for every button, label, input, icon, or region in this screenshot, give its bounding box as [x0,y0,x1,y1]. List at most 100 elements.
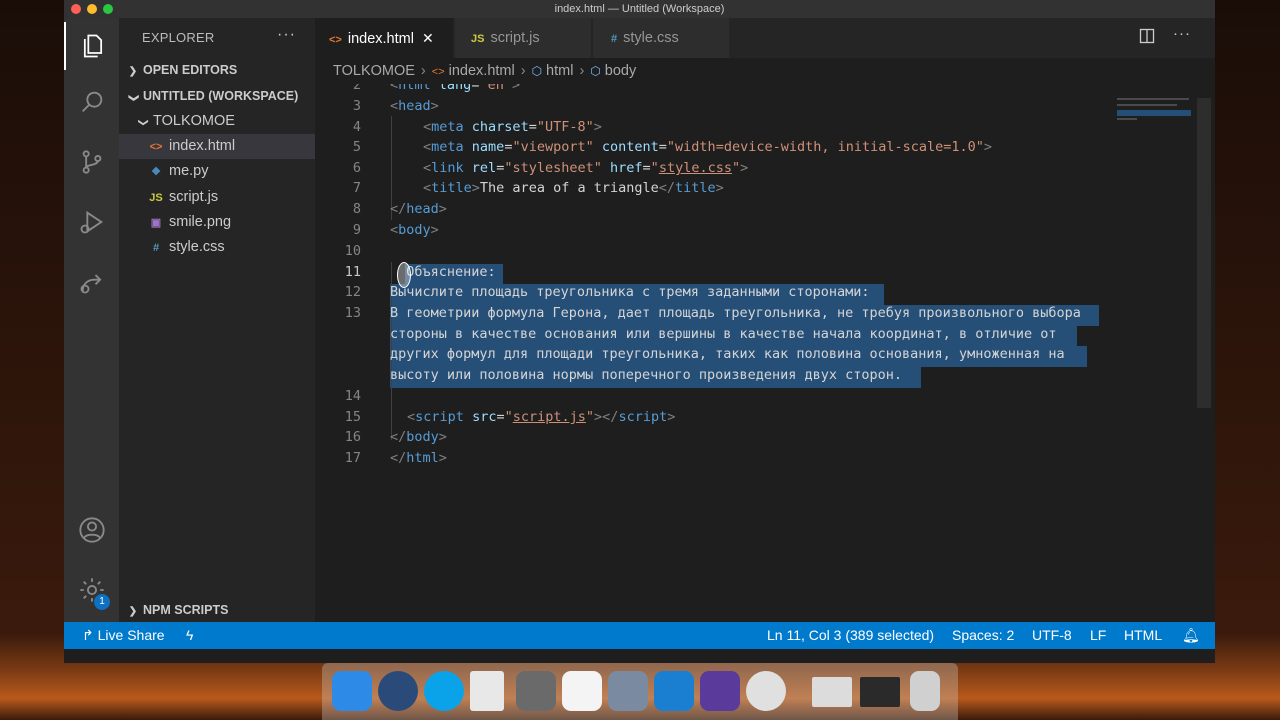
line-number: 6 [352,160,361,176]
file-item-script-js[interactable]: JS script.js [119,185,315,210]
live-share-status[interactable]: ↱ Live Share [82,622,165,649]
breadcrumb-item-folder[interactable]: TOLKOMOE [333,63,415,79]
file-item-smile-png[interactable]: ▣ smile.png [119,210,315,235]
account-icon[interactable] [64,506,119,554]
line-number: 17 [344,450,361,466]
code-line: </head> [390,201,447,217]
slack-icon[interactable] [562,671,602,711]
line-number: 14 [344,388,361,404]
line-number: 10 [344,243,361,259]
document-icon[interactable] [470,671,504,711]
line-number: 9 [352,222,361,238]
code-line: <script src="script.js"></script> [407,409,676,425]
tab-index-html[interactable]: <> index.html ✕ [315,18,453,58]
script-link[interactable]: script.js [513,409,586,425]
chevron-down-icon: ❯ [137,118,149,127]
lightning-icon[interactable]: ϟ [186,622,193,649]
title-bar: index.html — Untitled (Workspace) [64,0,1215,18]
editor-area: <> index.html ✕ JS script.js # style.css ···… [315,18,1215,622]
code-line: </html> [390,450,447,466]
screenshot-thumbnail-icon[interactable] [860,677,900,707]
activity-bar: 1 [64,18,119,622]
code-line: <link rel="stylesheet" href="style.css"> [423,160,749,176]
npm-scripts-section[interactable]: ❯ NPM SCRIPTS [119,599,315,621]
tab-script-js[interactable]: JS script.js [455,18,591,58]
settings-gear-icon[interactable]: 1 [64,566,119,614]
vscode-dock-icon[interactable] [654,671,694,711]
eol-setting[interactable]: LF [1090,622,1106,649]
trash-icon[interactable] [910,671,940,711]
macos-dock [322,663,958,720]
close-window-button[interactable] [71,4,81,14]
search-icon[interactable] [64,78,119,126]
code-line-selected: Вычислите площадь треугольника с тремя з… [390,284,870,300]
finder-icon[interactable] [332,671,372,711]
more-actions-icon[interactable]: ··· [277,26,296,44]
live-share-icon: ↱ [82,627,94,643]
folder-tolkomoe[interactable]: ❯ TOLKOMOE [119,109,315,134]
vscode-window: index.html — Untitled (Workspace) 1 EXPL… [64,0,1215,663]
breadcrumb-item-file[interactable]: index.html [449,63,515,79]
element-icon: ⬡ [590,64,601,78]
chevron-right-icon: › [520,63,526,79]
bell-icon[interactable]: 🔔︎ [1182,622,1200,649]
sidebar-title: EXPLORER [142,30,215,45]
tab-style-css[interactable]: # style.css [593,18,729,58]
skype-icon[interactable] [424,671,464,711]
code-editor[interactable]: 2 3 4 5 6 7 8 9 10 11 12 13 14 15 16 17 … [315,84,1195,622]
tab-bar: <> index.html ✕ JS script.js # style.css ··· [315,18,1215,58]
code-line: <meta charset="UTF-8"> [423,119,602,135]
breadcrumb-item-body[interactable]: body [605,63,636,79]
chevron-right-icon: › [579,63,585,79]
live-share-icon[interactable] [64,258,119,306]
line-number: 12 [344,284,361,300]
maximize-window-button[interactable] [103,4,113,14]
chevron-right-icon: ❯ [128,66,138,77]
open-editors-section[interactable]: ❯ OPEN EDITORS [119,59,315,81]
explorer-icon[interactable] [64,22,119,70]
screenshot-thumbnail-icon[interactable] [812,677,852,707]
explorer-sidebar: EXPLORER ··· ❯ OPEN EDITORS ❯ UNTITLED (WO… [119,18,315,622]
javascript-file-icon: JS [149,192,163,204]
mouse-cursor-icon [397,262,411,288]
line-number: 13 [344,305,361,321]
imovie-icon[interactable] [700,671,740,711]
breadcrumb: TOLKOMOE › <> index.html › ⬡ html › ⬡ body [333,60,636,82]
encoding-setting[interactable]: UTF-8 [1032,622,1072,649]
line-number: 5 [352,139,361,155]
code-line-selected: В геометрии формула Герона, дает площадь… [390,305,1081,321]
cursor-position[interactable]: Ln 11, Col 3 (389 selected) [767,622,934,649]
file-item-me-py[interactable]: ❖ me.py [119,159,315,184]
image-file-icon: ▣ [150,217,162,229]
editor-more-actions-icon[interactable]: ··· [1173,25,1191,42]
javascript-file-icon: JS [471,33,485,45]
run-debug-icon[interactable] [64,198,119,246]
stylesheet-link[interactable]: style.css [659,160,732,176]
chrome-icon[interactable] [746,671,786,711]
file-item-index-html[interactable]: <> index.html [119,134,315,159]
code-line-selected: стороны в качестве основания или вершины… [390,326,1057,342]
line-number: 11 [344,264,361,280]
workspace-section[interactable]: ❯ UNTITLED (WORKSPACE) [119,85,315,107]
source-control-icon[interactable] [64,138,119,186]
css-file-icon: # [611,33,618,45]
breadcrumb-item-html[interactable]: html [546,63,573,79]
window-title: index.html — Untitled (Workspace) [554,3,725,15]
indentation-setting[interactable]: Spaces: 2 [952,622,1014,649]
css-file-icon: # [152,242,160,254]
chevron-right-icon: › [420,63,426,79]
vertical-scrollbar[interactable] [1197,98,1211,408]
line-number: 16 [344,429,361,445]
language-mode[interactable]: HTML [1124,622,1162,649]
quicktime-icon[interactable] [378,671,418,711]
close-tab-icon[interactable]: ✕ [422,30,434,46]
photo-viewer-icon[interactable] [608,671,648,711]
code-line: <html lang="en"> [390,84,521,93]
minimize-window-button[interactable] [87,4,97,14]
file-item-style-css[interactable]: # style.css [119,235,315,260]
line-number: 8 [352,201,361,217]
minimap[interactable] [1117,82,1195,142]
split-editor-icon[interactable] [1139,28,1155,48]
code-line: </body> [390,429,447,445]
system-tools-icon[interactable] [516,671,556,711]
